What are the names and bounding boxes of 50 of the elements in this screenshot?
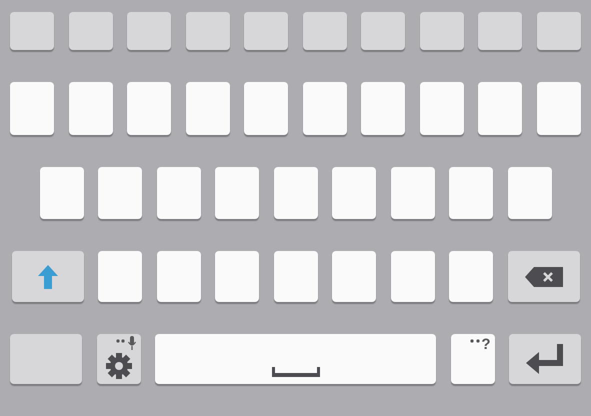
keyboard-key[interactable]	[68, 12, 113, 50]
enter-key[interactable]	[509, 334, 581, 384]
question-mark: ?	[481, 337, 490, 352]
backspace-icon	[524, 266, 562, 286]
keyboard-key[interactable]	[449, 167, 493, 219]
keyboard-key[interactable]	[68, 82, 113, 135]
keyboard-key[interactable]	[536, 12, 581, 50]
keyboard-key[interactable]	[10, 12, 54, 50]
keyboard-key[interactable]	[10, 334, 82, 384]
settings-key[interactable]	[96, 334, 140, 384]
keyboard-key[interactable]	[215, 167, 259, 219]
keyboard-key[interactable]	[244, 82, 288, 135]
keyboard-key[interactable]	[390, 251, 434, 302]
keyboard-key[interactable]	[10, 82, 54, 135]
dots-icon	[470, 339, 480, 343]
keyboard-key[interactable]	[478, 12, 522, 50]
return-arrow-icon	[526, 344, 564, 374]
up-arrow-icon	[38, 264, 58, 288]
gear-icon	[104, 352, 132, 380]
keyboard-key[interactable]	[274, 167, 318, 219]
keyboard-key[interactable]	[127, 82, 172, 135]
keyboard-key[interactable]	[156, 167, 200, 219]
keyboard-key[interactable]	[186, 82, 230, 135]
keyboard-key[interactable]	[244, 12, 288, 50]
keyboard-key[interactable]	[127, 12, 172, 50]
keyboard-key[interactable]	[420, 82, 464, 135]
keyboard-key[interactable]	[40, 167, 84, 219]
keyboard-key[interactable]	[449, 251, 493, 302]
keyboard-key[interactable]	[274, 251, 318, 302]
keyboard-key[interactable]	[536, 82, 581, 135]
keyboard-key[interactable]	[361, 12, 406, 50]
shift-key[interactable]	[12, 251, 84, 302]
backspace-key[interactable]	[508, 251, 580, 302]
keyboard-key[interactable]	[98, 167, 142, 219]
keyboard-key[interactable]	[215, 251, 259, 302]
keyboard-key[interactable]	[302, 12, 347, 50]
keyboard-key[interactable]	[98, 251, 142, 302]
keyboard-key[interactable]	[478, 82, 522, 135]
space-key[interactable]	[155, 334, 436, 384]
space-icon	[272, 367, 320, 377]
keyboard-key[interactable]	[420, 12, 464, 50]
keyboard-key[interactable]	[332, 167, 376, 219]
keyboard-key[interactable]	[361, 82, 406, 135]
keyboard-key[interactable]	[332, 251, 376, 302]
keyboard-key[interactable]	[302, 82, 347, 135]
punctuation-key[interactable]: ?	[450, 334, 494, 384]
keyboard-key[interactable]	[508, 167, 552, 219]
keyboard-key[interactable]	[390, 167, 434, 219]
keyboard-key[interactable]	[156, 251, 200, 302]
keyboard-key[interactable]	[186, 12, 230, 50]
